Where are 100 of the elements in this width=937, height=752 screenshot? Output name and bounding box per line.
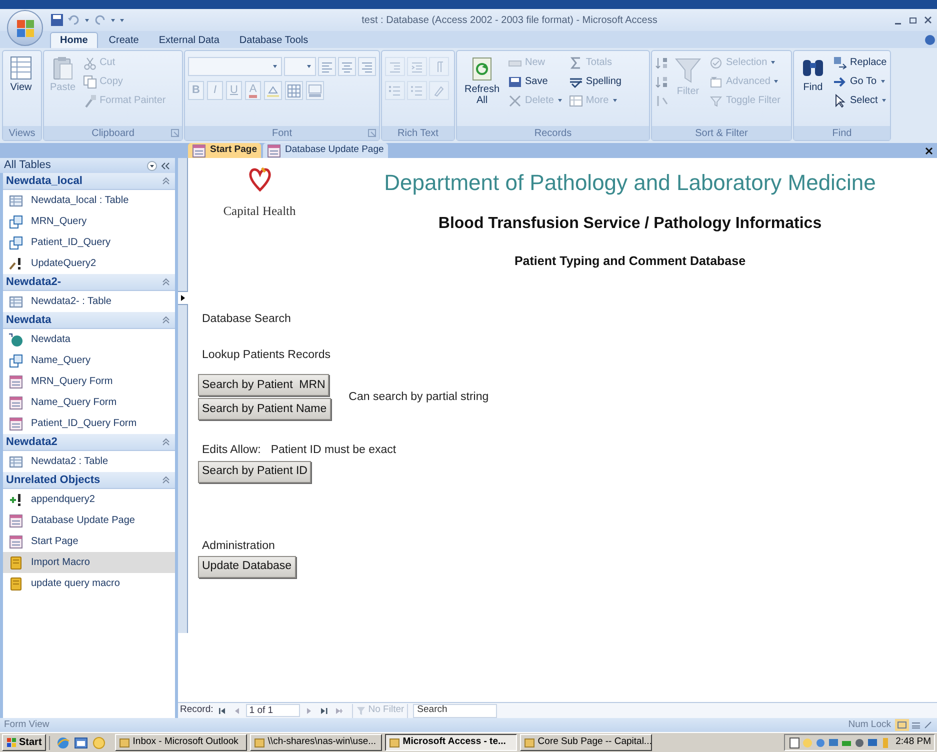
last-record-icon bbox=[320, 706, 328, 714]
start-button[interactable]: Start bbox=[2, 734, 46, 751]
design-view-button[interactable] bbox=[923, 719, 933, 731]
find-button[interactable]: Find bbox=[797, 53, 829, 93]
datasheet-icon bbox=[9, 56, 33, 80]
close-button[interactable] bbox=[924, 15, 933, 25]
app-icon bbox=[388, 737, 400, 748]
query-icon bbox=[9, 236, 23, 250]
record-selector-icon bbox=[180, 294, 186, 302]
search-by-mrn-button[interactable]: Search by Patient MRN bbox=[198, 374, 330, 396]
group-label: Sort & Filter bbox=[695, 126, 748, 140]
delete-icon bbox=[508, 94, 522, 108]
taskbar-button[interactable]: \\ch-shares\nas-win\use... bbox=[250, 734, 382, 751]
sort-ascending-icon bbox=[655, 56, 669, 70]
double-chevron-up-icon bbox=[162, 438, 170, 446]
align-right-icon bbox=[360, 60, 374, 74]
document-tab[interactable]: Database Update Page bbox=[263, 143, 388, 158]
close-document-button[interactable] bbox=[925, 145, 935, 157]
group-toggle-button[interactable] bbox=[160, 175, 172, 187]
group-toggle-button[interactable] bbox=[160, 436, 172, 448]
app-icon bbox=[118, 737, 130, 748]
scroll-icon bbox=[9, 556, 23, 570]
pencil-exclamation-icon bbox=[9, 256, 23, 270]
double-chevron-up-icon bbox=[162, 476, 170, 484]
datasheet-view-icon bbox=[911, 721, 921, 729]
section-label: Lookup Patients Records bbox=[202, 348, 330, 363]
selection-icon bbox=[709, 56, 723, 70]
first-record-icon bbox=[218, 706, 226, 714]
close-icon bbox=[924, 16, 932, 24]
view-button[interactable]: View bbox=[6, 53, 36, 119]
paintbrush-icon bbox=[82, 94, 97, 108]
help-icon bbox=[924, 34, 936, 46]
desktop-launch-icon[interactable] bbox=[74, 736, 88, 750]
close-icon bbox=[925, 147, 933, 155]
gridlines-icon bbox=[287, 84, 301, 98]
redo-icon bbox=[93, 13, 107, 27]
taskbar-button[interactable]: Core Sub Page -- Capital... bbox=[520, 734, 652, 751]
replace-button[interactable]: Replace bbox=[831, 53, 889, 72]
search-field[interactable]: Search bbox=[413, 704, 498, 718]
sigma-icon bbox=[568, 56, 583, 70]
design-view-icon bbox=[924, 721, 932, 729]
spelling-button[interactable]: Spelling bbox=[566, 72, 624, 91]
caret-icon bbox=[612, 97, 618, 104]
taskbar-button[interactable]: Microsoft Access - te... bbox=[384, 734, 517, 751]
group-label: Rich Text bbox=[398, 126, 438, 140]
copy-icon bbox=[82, 74, 97, 88]
taskbar-button[interactable]: Inbox - Microsoft Outlook bbox=[114, 734, 247, 751]
line-color-icon bbox=[308, 84, 322, 98]
ribbon-tab[interactable]: Database Tools bbox=[230, 32, 318, 48]
save-icon bbox=[508, 74, 522, 88]
update-database-button[interactable]: Update Database bbox=[198, 556, 296, 578]
select-button[interactable]: Select bbox=[831, 91, 889, 110]
form-icon bbox=[192, 144, 206, 158]
dropdown-button[interactable] bbox=[146, 160, 158, 172]
sort-descending-icon bbox=[655, 74, 669, 88]
save-icon bbox=[50, 13, 64, 27]
ribbon-tab[interactable]: Home bbox=[50, 32, 98, 48]
document-tab[interactable]: Start Page bbox=[188, 143, 261, 158]
go-to-button[interactable]: Go To bbox=[831, 72, 889, 91]
nav-item[interactable]: Import Macro bbox=[3, 552, 175, 573]
bullet-list-icon bbox=[410, 84, 424, 98]
ribbon-tab[interactable]: External Data bbox=[150, 32, 228, 48]
group-label: Clipboard bbox=[92, 126, 134, 140]
maximize-button[interactable] bbox=[909, 15, 918, 25]
clear-sort-button[interactable] bbox=[655, 93, 669, 108]
globe-icon bbox=[56, 736, 70, 750]
new-record-icon bbox=[335, 706, 344, 714]
sort-descending-button[interactable] bbox=[655, 74, 669, 89]
scroll-icon bbox=[9, 576, 23, 590]
form-view-icon bbox=[897, 721, 907, 729]
double-chevron-left-icon bbox=[160, 162, 170, 170]
double-chevron-up-icon bbox=[162, 278, 170, 286]
ribbon-tab[interactable]: Create bbox=[100, 32, 148, 48]
align-center-icon bbox=[340, 60, 354, 74]
double-chevron-up-icon bbox=[162, 316, 170, 324]
undo-icon bbox=[67, 13, 81, 27]
caret-icon bbox=[880, 78, 886, 85]
group-label: Find bbox=[832, 126, 852, 140]
group-label: Font bbox=[272, 126, 292, 140]
form-icon bbox=[9, 396, 23, 410]
group-toggle-button[interactable] bbox=[160, 474, 172, 486]
group-toggle-button[interactable] bbox=[160, 314, 172, 326]
replace-icon bbox=[833, 56, 847, 70]
group-toggle-button[interactable] bbox=[160, 276, 172, 288]
form-view-button[interactable] bbox=[895, 719, 909, 731]
search-by-name-button[interactable]: Search by Patient Name bbox=[198, 398, 331, 420]
highlight-icon bbox=[432, 84, 446, 98]
caret-icon bbox=[272, 63, 278, 70]
refresh-all-button[interactable]: Refresh All bbox=[460, 53, 504, 106]
record-position-field[interactable]: 1 of 1 bbox=[246, 704, 300, 717]
numbered-list-icon bbox=[388, 84, 402, 98]
query-icon bbox=[9, 214, 23, 228]
restore-icon bbox=[909, 16, 917, 24]
caret-circle-icon bbox=[147, 160, 157, 170]
clear-sort-icon bbox=[655, 94, 669, 108]
search-by-id-button[interactable]: Search by Patient ID bbox=[198, 460, 312, 482]
save-button[interactable]: Save bbox=[506, 72, 565, 91]
sort-ascending-button[interactable] bbox=[655, 55, 669, 70]
table-icon bbox=[9, 194, 23, 208]
hint-text: Can search by partial string bbox=[348, 390, 489, 405]
